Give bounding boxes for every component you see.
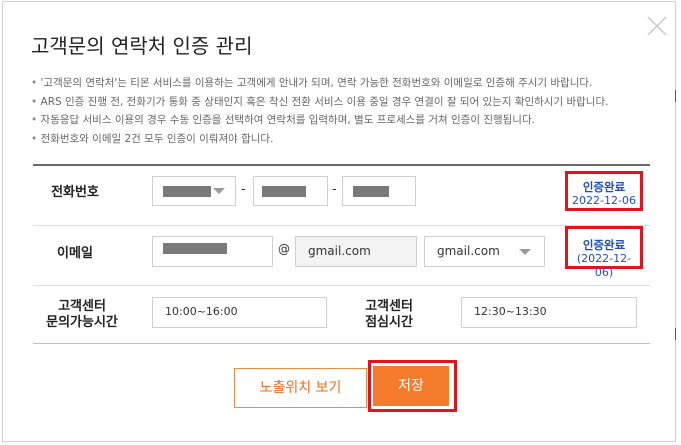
- label-line: 고객센터: [365, 299, 413, 314]
- phone-last-input[interactable]: [342, 176, 416, 206]
- phone-verified-status: 인증완료 2022-12-06: [565, 171, 643, 211]
- email-label: 이메일: [57, 246, 93, 261]
- email-id-input[interactable]: [152, 236, 273, 267]
- notice-item: 전화번호와 이메일 2건 모두 인증이 이뤄져야 합니다.: [31, 130, 608, 149]
- masked-value: [353, 186, 389, 197]
- row-divider: [33, 225, 650, 226]
- lunch-hours-label: 고객센터 점심시간: [349, 299, 429, 331]
- email-domain-select[interactable]: gmail.com: [424, 236, 545, 267]
- chevron-down-icon: [213, 188, 225, 194]
- edge-artifact: [675, 90, 676, 102]
- notice-list: '고객문의 연락처'는 티몬 서비스를 이용하는 고객에게 안내가 되며, 연락…: [31, 74, 609, 149]
- phone-separator: -: [332, 182, 337, 197]
- masked-value: [163, 186, 211, 197]
- email-domain-input[interactable]: gmail.com: [295, 236, 417, 267]
- chevron-down-icon: [519, 249, 531, 255]
- email-at-sign: @: [278, 242, 290, 256]
- label-line: 점심시간: [365, 315, 413, 330]
- phone-prefix-select[interactable]: [152, 176, 236, 206]
- edge-artifact: [675, 328, 676, 340]
- label-line: 문의가능시간: [46, 315, 118, 330]
- notice-item: 자동응답 서비스 이용의 경우 수동 인증을 선택하여 연락처를 입력하며, 별…: [31, 111, 608, 130]
- preview-location-button[interactable]: 노출위치 보기: [234, 368, 367, 408]
- table-bottom-border: [33, 343, 650, 344]
- verified-date: (2022-12-06): [576, 252, 632, 279]
- lunch-hours-input[interactable]: 12:30~13:30: [461, 297, 637, 328]
- masked-value: [163, 243, 227, 254]
- dialog-title: 고객문의 연락처 인증 관리: [31, 34, 253, 58]
- close-icon[interactable]: [646, 15, 668, 37]
- row-divider: [33, 285, 650, 286]
- verified-badge: 인증완료: [582, 180, 626, 194]
- save-button[interactable]: 저장: [373, 366, 449, 406]
- phone-label: 전화번호: [51, 185, 99, 200]
- notice-item: '고객문의 연락처'는 티몬 서비스를 이용하는 고객에게 안내가 되며, 연락…: [31, 74, 608, 93]
- email-verified-status: 인증완료 (2022-12-06): [565, 226, 643, 279]
- label-line: 고객센터: [58, 299, 106, 314]
- notice-item: ARS 인증 진행 전, 전화기가 통화 중 상태인지 혹은 착신 전환 서비스…: [31, 93, 609, 112]
- contact-verification-dialog: 고객문의 연락처 인증 관리 '고객문의 연락처'는 티몬 서비스를 이용하는 …: [2, 1, 676, 442]
- email-domain-selected: gmail.com: [437, 244, 500, 258]
- inquiry-hours-label: 고객센터 문의가능시간: [37, 299, 127, 331]
- verified-date: 2022-12-06: [572, 194, 636, 207]
- inquiry-hours-input[interactable]: 10:00~16:00: [152, 297, 327, 328]
- phone-separator: -: [241, 182, 246, 197]
- phone-middle-input[interactable]: [253, 176, 328, 206]
- masked-value: [262, 186, 306, 197]
- table-top-border: [33, 164, 650, 166]
- verified-badge: 인증완료: [582, 238, 626, 252]
